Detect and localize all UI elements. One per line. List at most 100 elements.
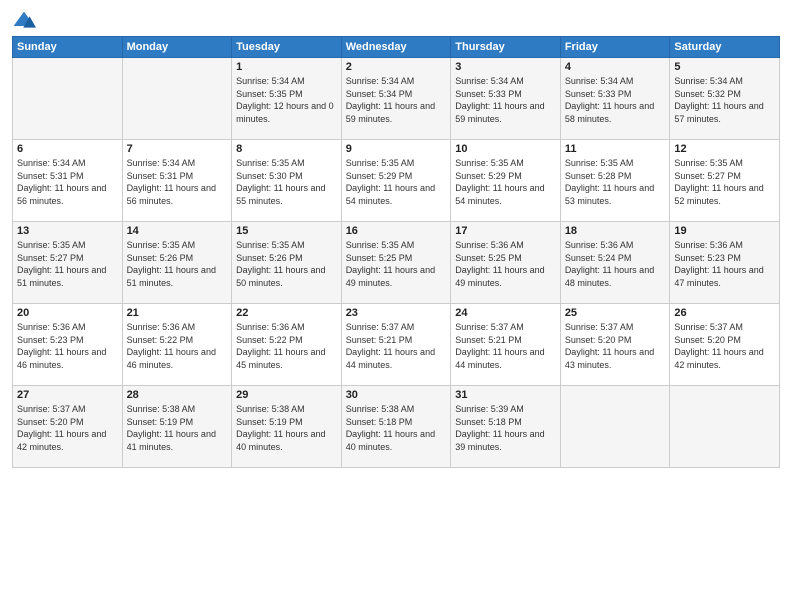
day-info: Sunrise: 5:35 AMSunset: 5:25 PMDaylight:…	[346, 239, 447, 289]
day-info: Sunrise: 5:34 AMSunset: 5:33 PMDaylight:…	[455, 75, 556, 125]
day-number: 20	[17, 307, 118, 319]
calendar-cell: 9Sunrise: 5:35 AMSunset: 5:29 PMDaylight…	[341, 140, 451, 222]
header	[12, 10, 780, 30]
calendar-cell: 21 Sunrise: 5:36 AMSunset: 5:22 PMDayligh…	[122, 304, 232, 386]
day-number: 17	[455, 225, 556, 237]
calendar-cell	[13, 58, 123, 140]
week-row-2: 13 Sunrise: 5:35 AMSunset: 5:27 PMDayligh…	[13, 222, 780, 304]
day-number: 8	[236, 143, 337, 155]
day-info: Sunrise: 5:35 AMSunset: 5:26 PMDaylight:…	[236, 239, 337, 289]
calendar-cell: 7 Sunrise: 5:34 AMSunset: 5:31 PMDaylight…	[122, 140, 232, 222]
calendar-cell: 6 Sunrise: 5:34 AMSunset: 5:31 PMDaylight…	[13, 140, 123, 222]
calendar-cell: 2 Sunrise: 5:34 AMSunset: 5:34 PMDaylight…	[341, 58, 451, 140]
day-number: 23	[346, 307, 447, 319]
calendar-cell: 25 Sunrise: 5:37 AMSunset: 5:20 PMDayligh…	[560, 304, 670, 386]
logo	[12, 10, 40, 30]
day-number: 11	[565, 143, 666, 155]
day-info: Sunrise: 5:35 AMSunset: 5:28 PMDaylight:…	[565, 157, 666, 207]
day-number: 5	[674, 61, 775, 73]
day-number: 2	[346, 61, 447, 73]
day-info: Sunrise: 5:37 AMSunset: 5:20 PMDaylight:…	[17, 403, 118, 453]
calendar-cell: 3 Sunrise: 5:34 AMSunset: 5:33 PMDaylight…	[451, 58, 561, 140]
calendar-cell: 24 Sunrise: 5:37 AMSunset: 5:21 PMDayligh…	[451, 304, 561, 386]
day-number: 24	[455, 307, 556, 319]
day-info: Sunrise: 5:35 AMSunset: 5:27 PMDaylight:…	[17, 239, 118, 289]
calendar-cell: 30Sunrise: 5:38 AMSunset: 5:18 PMDayligh…	[341, 386, 451, 468]
calendar-cell: 4 Sunrise: 5:34 AMSunset: 5:33 PMDaylight…	[560, 58, 670, 140]
day-info: Sunrise: 5:34 AMSunset: 5:34 PMDaylight:…	[346, 75, 447, 125]
day-number: 30	[346, 389, 447, 401]
calendar-cell: 15Sunrise: 5:35 AMSunset: 5:26 PMDayligh…	[232, 222, 342, 304]
day-info: Sunrise: 5:35 AMSunset: 5:30 PMDaylight:…	[236, 157, 337, 207]
day-info: Sunrise: 5:36 AMSunset: 5:24 PMDaylight:…	[565, 239, 666, 289]
calendar-body: 1Sunrise: 5:34 AMSunset: 5:35 PMDaylight…	[13, 58, 780, 468]
calendar-cell: 14 Sunrise: 5:35 AMSunset: 5:26 PMDayligh…	[122, 222, 232, 304]
header-cell-wednesday: Wednesday	[341, 37, 451, 58]
day-number: 18	[565, 225, 666, 237]
day-number: 12	[674, 143, 775, 155]
day-info: Sunrise: 5:39 AMSunset: 5:18 PMDaylight:…	[455, 403, 556, 453]
day-number: 29	[236, 389, 337, 401]
day-number: 9	[346, 143, 447, 155]
day-number: 16	[346, 225, 447, 237]
day-info: Sunrise: 5:36 AMSunset: 5:23 PMDaylight:…	[674, 239, 775, 289]
calendar-cell: 23 Sunrise: 5:37 AMSunset: 5:21 PMDayligh…	[341, 304, 451, 386]
calendar-cell: 16 Sunrise: 5:35 AMSunset: 5:25 PMDayligh…	[341, 222, 451, 304]
day-info: Sunrise: 5:37 AMSunset: 5:20 PMDaylight:…	[565, 321, 666, 371]
calendar-cell: 8 Sunrise: 5:35 AMSunset: 5:30 PMDaylight…	[232, 140, 342, 222]
calendar-cell	[122, 58, 232, 140]
header-cell-tuesday: Tuesday	[232, 37, 342, 58]
calendar-cell: 29Sunrise: 5:38 AMSunset: 5:19 PMDayligh…	[232, 386, 342, 468]
day-number: 4	[565, 61, 666, 73]
header-cell-saturday: Saturday	[670, 37, 780, 58]
calendar-cell: 11 Sunrise: 5:35 AMSunset: 5:28 PMDayligh…	[560, 140, 670, 222]
calendar-cell: 19Sunrise: 5:36 AMSunset: 5:23 PMDayligh…	[670, 222, 780, 304]
day-info: Sunrise: 5:34 AMSunset: 5:31 PMDaylight:…	[17, 157, 118, 207]
calendar-cell: 10Sunrise: 5:35 AMSunset: 5:29 PMDayligh…	[451, 140, 561, 222]
day-info: Sunrise: 5:37 AMSunset: 5:21 PMDaylight:…	[455, 321, 556, 371]
day-info: Sunrise: 5:34 AMSunset: 5:31 PMDaylight:…	[127, 157, 228, 207]
day-number: 6	[17, 143, 118, 155]
week-row-3: 20 Sunrise: 5:36 AMSunset: 5:23 PMDayligh…	[13, 304, 780, 386]
day-info: Sunrise: 5:36 AMSunset: 5:22 PMDaylight:…	[127, 321, 228, 371]
day-info: Sunrise: 5:38 AMSunset: 5:19 PMDaylight:…	[127, 403, 228, 453]
calendar-header: SundayMondayTuesdayWednesdayThursdayFrid…	[13, 37, 780, 58]
page: SundayMondayTuesdayWednesdayThursdayFrid…	[0, 0, 792, 612]
calendar-cell: 26Sunrise: 5:37 AMSunset: 5:20 PMDayligh…	[670, 304, 780, 386]
header-cell-friday: Friday	[560, 37, 670, 58]
calendar-cell: 18 Sunrise: 5:36 AMSunset: 5:24 PMDayligh…	[560, 222, 670, 304]
calendar-table: SundayMondayTuesdayWednesdayThursdayFrid…	[12, 36, 780, 468]
calendar-cell: 27Sunrise: 5:37 AMSunset: 5:20 PMDayligh…	[13, 386, 123, 468]
header-row: SundayMondayTuesdayWednesdayThursdayFrid…	[13, 37, 780, 58]
day-number: 14	[127, 225, 228, 237]
day-info: Sunrise: 5:35 AMSunset: 5:29 PMDaylight:…	[455, 157, 556, 207]
header-cell-monday: Monday	[122, 37, 232, 58]
day-number: 1	[236, 61, 337, 73]
calendar-cell: 5 Sunrise: 5:34 AMSunset: 5:32 PMDaylight…	[670, 58, 780, 140]
day-info: Sunrise: 5:35 AMSunset: 5:26 PMDaylight:…	[127, 239, 228, 289]
day-info: Sunrise: 5:36 AMSunset: 5:25 PMDaylight:…	[455, 239, 556, 289]
calendar-cell: 13 Sunrise: 5:35 AMSunset: 5:27 PMDayligh…	[13, 222, 123, 304]
calendar-cell: 28 Sunrise: 5:38 AMSunset: 5:19 PMDayligh…	[122, 386, 232, 468]
calendar-cell	[560, 386, 670, 468]
day-info: Sunrise: 5:37 AMSunset: 5:21 PMDaylight:…	[346, 321, 447, 371]
day-info: Sunrise: 5:34 AMSunset: 5:32 PMDaylight:…	[674, 75, 775, 125]
calendar-cell: 1Sunrise: 5:34 AMSunset: 5:35 PMDaylight…	[232, 58, 342, 140]
day-number: 7	[127, 143, 228, 155]
calendar-cell: 17 Sunrise: 5:36 AMSunset: 5:25 PMDayligh…	[451, 222, 561, 304]
day-number: 25	[565, 307, 666, 319]
day-info: Sunrise: 5:36 AMSunset: 5:23 PMDaylight:…	[17, 321, 118, 371]
day-number: 21	[127, 307, 228, 319]
day-info: Sunrise: 5:37 AMSunset: 5:20 PMDaylight:…	[674, 321, 775, 371]
day-number: 13	[17, 225, 118, 237]
logo-icon	[12, 10, 36, 30]
calendar-cell	[670, 386, 780, 468]
calendar-cell: 12 Sunrise: 5:35 AMSunset: 5:27 PMDayligh…	[670, 140, 780, 222]
day-number: 28	[127, 389, 228, 401]
week-row-0: 1Sunrise: 5:34 AMSunset: 5:35 PMDaylight…	[13, 58, 780, 140]
day-info: Sunrise: 5:35 AMSunset: 5:27 PMDaylight:…	[674, 157, 775, 207]
day-number: 3	[455, 61, 556, 73]
day-number: 31	[455, 389, 556, 401]
day-info: Sunrise: 5:34 AMSunset: 5:33 PMDaylight:…	[565, 75, 666, 125]
header-cell-sunday: Sunday	[13, 37, 123, 58]
